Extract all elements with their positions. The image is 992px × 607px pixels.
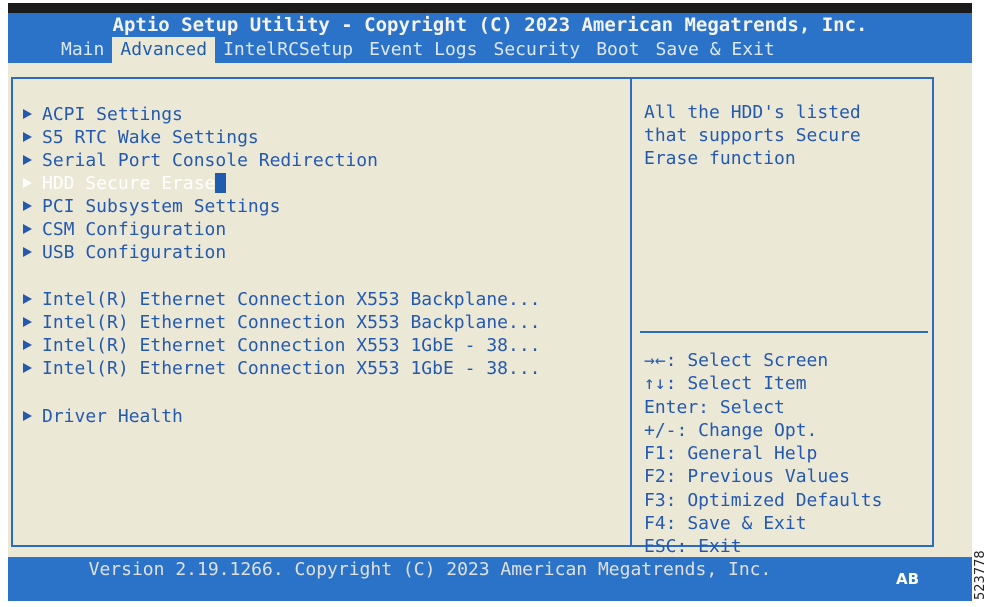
key-help-select-screen: →←: Select Screen <box>644 350 829 371</box>
menu-item-driver-health[interactable]: Driver Health <box>23 405 183 428</box>
key-help-f3: F3: Optimized Defaults <box>644 489 883 511</box>
submenu-arrow-icon <box>23 340 32 350</box>
menu-bar: Main Advanced IntelRCSetup Event Logs Se… <box>53 37 783 63</box>
menu-item-acpi-settings[interactable]: ACPI Settings <box>23 103 183 126</box>
submenu-arrow-icon <box>23 109 32 119</box>
menu-item-ethernet-1gbe-2[interactable]: Intel(R) Ethernet Connection X553 1GbE -… <box>23 357 541 380</box>
help-panel: All the HDD's listed that supports Secure… <box>630 77 934 557</box>
submenu-arrow-icon <box>23 363 32 373</box>
tab-advanced[interactable]: Advanced <box>112 37 216 63</box>
menu-item-csm-configuration[interactable]: CSM Configuration <box>23 218 226 241</box>
tab-main[interactable]: Main <box>53 37 112 63</box>
bios-screen: Aptio Setup Utility - Copyright (C) 2023… <box>8 13 972 601</box>
help-divider <box>640 331 928 333</box>
tab-boot[interactable]: Boot <box>588 37 647 63</box>
setup-title: Aptio Setup Utility - Copyright (C) 2023… <box>112 14 868 36</box>
top-strip <box>8 3 972 13</box>
menu-item-ethernet-backplane-1[interactable]: Intel(R) Ethernet Connection X553 Backpl… <box>23 288 541 311</box>
submenu-arrow-icon <box>23 132 32 142</box>
settings-list-frame: ACPI Settings S5 RTC Wake Settings Seria… <box>11 77 630 547</box>
key-help-select-item: ↑↓: Select Item <box>644 373 807 395</box>
text-cursor <box>215 173 227 193</box>
menu-item-pci-subsystem[interactable]: PCI Subsystem Settings <box>23 195 280 218</box>
tab-event-logs[interactable]: Event Logs <box>361 37 485 63</box>
menu-item-hdd-secure-erase[interactable]: HDD Secure Erase <box>23 172 227 195</box>
submenu-arrow-icon <box>23 247 32 257</box>
menu-item-usb-configuration[interactable]: USB Configuration <box>23 241 226 264</box>
submenu-arrow-icon <box>23 317 32 327</box>
key-help-esc: ESC: Exit <box>644 536 742 558</box>
tab-intelrcsetup[interactable]: IntelRCSetup <box>215 37 361 63</box>
key-help-enter: Enter: Select <box>644 396 785 418</box>
key-help-f1: F1: General Help <box>644 443 818 465</box>
submenu-arrow-icon <box>23 224 32 234</box>
submenu-arrow-icon <box>23 294 32 304</box>
key-help-list: →←: Select Screen ↑↓: Select Item Enter:… <box>644 349 882 559</box>
menu-item-s5-rtc-wake[interactable]: S5 RTC Wake Settings <box>23 126 259 149</box>
submenu-arrow-icon <box>23 201 32 211</box>
submenu-arrow-icon <box>23 155 32 165</box>
main-panel: ACPI Settings S5 RTC Wake Settings Seria… <box>8 63 972 557</box>
tab-security[interactable]: Security <box>485 37 588 63</box>
menu-item-ethernet-1gbe-1[interactable]: Intel(R) Ethernet Connection X553 1GbE -… <box>23 334 541 357</box>
tab-save-exit[interactable]: Save & Exit <box>648 37 783 63</box>
key-help-change-opt: +/-: Change Opt. <box>644 419 818 441</box>
ab-badge: AB <box>896 570 920 588</box>
version-footer: Version 2.19.1266. Copyright (C) 2023 Am… <box>88 559 772 580</box>
document-number: 523778 <box>973 550 988 600</box>
key-help-f2: F2: Previous Values <box>644 466 850 488</box>
menu-item-serial-port-console[interactable]: Serial Port Console Redirection <box>23 149 378 172</box>
submenu-arrow-icon <box>23 178 32 188</box>
key-help-f4: F4: Save & Exit <box>644 513 807 535</box>
menu-item-ethernet-backplane-2[interactable]: Intel(R) Ethernet Connection X553 Backpl… <box>23 311 541 334</box>
submenu-arrow-icon <box>23 411 32 421</box>
item-help-text: All the HDD's listed that supports Secure… <box>644 102 861 169</box>
